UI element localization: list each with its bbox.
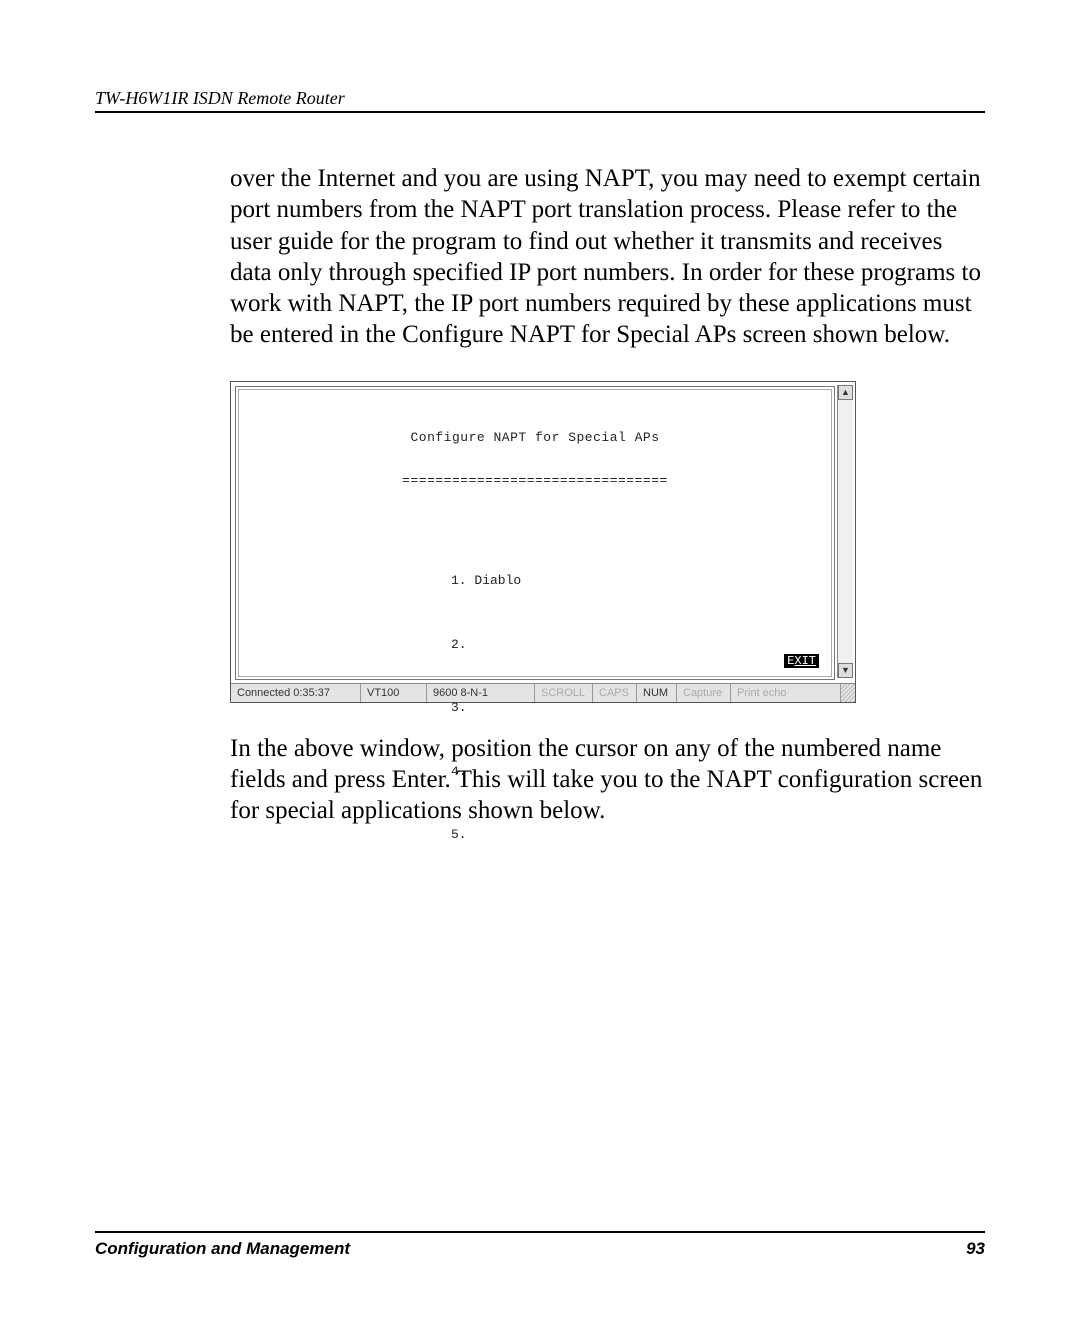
exit-button[interactable]: EXIT (784, 654, 819, 668)
menu-item-3[interactable]: 3. (451, 698, 829, 720)
menu-item-4[interactable]: 4. (451, 762, 829, 784)
status-num: NUM (637, 684, 677, 702)
vertical-scrollbar[interactable]: ▲ ▼ (837, 385, 853, 678)
menu-item-2[interactable]: 2. (451, 635, 829, 657)
footer-page-number: 93 (966, 1239, 985, 1259)
terminal-menu-list: 1. Diablo 2. 3. 4. 5. (451, 530, 829, 890)
scroll-down-button[interactable]: ▼ (838, 663, 853, 678)
footer-row: Configuration and Management 93 (95, 1239, 985, 1259)
body-text-block: over the Internet and you are using NAPT… (230, 163, 985, 351)
status-print-echo: Print echo (731, 684, 841, 702)
status-settings: 9600 8-N-1 (427, 684, 535, 702)
page-container: TW-H6W1IR ISDN Remote Router over the In… (0, 0, 1080, 1319)
status-connected: Connected 0:35:37 (231, 684, 361, 702)
arrow-up-icon: ▲ (841, 387, 850, 397)
terminal-title: Configure NAPT for Special APs (241, 430, 829, 445)
status-caps: CAPS (593, 684, 637, 702)
arrow-down-icon: ▼ (841, 665, 850, 675)
terminal-screenshot: Configure NAPT for Special APs =========… (230, 381, 985, 703)
resize-grip-icon[interactable] (841, 684, 855, 702)
scroll-up-button[interactable]: ▲ (838, 385, 853, 400)
page-header: TW-H6W1IR ISDN Remote Router (95, 88, 985, 113)
paragraph-1: over the Internet and you are using NAPT… (230, 163, 985, 351)
terminal-content: Configure NAPT for Special APs =========… (241, 392, 829, 674)
page-footer: Configuration and Management 93 (95, 1231, 985, 1259)
footer-rule (95, 1231, 985, 1233)
exit-suffix: XIT (794, 654, 816, 668)
terminal-frame: Configure NAPT for Special APs =========… (230, 381, 856, 703)
status-capture: Capture (677, 684, 731, 702)
status-emulation: VT100 (361, 684, 427, 702)
menu-item-1[interactable]: 1. Diablo (451, 571, 829, 593)
footer-left: Configuration and Management (95, 1239, 350, 1259)
menu-item-5[interactable]: 5. (451, 825, 829, 847)
status-bar: Connected 0:35:37 VT100 9600 8-N-1 SCROL… (231, 683, 855, 702)
terminal-title-underline: ================================ (241, 473, 829, 488)
header-title: TW-H6W1IR ISDN Remote Router (95, 88, 345, 108)
status-scroll: SCROLL (535, 684, 593, 702)
